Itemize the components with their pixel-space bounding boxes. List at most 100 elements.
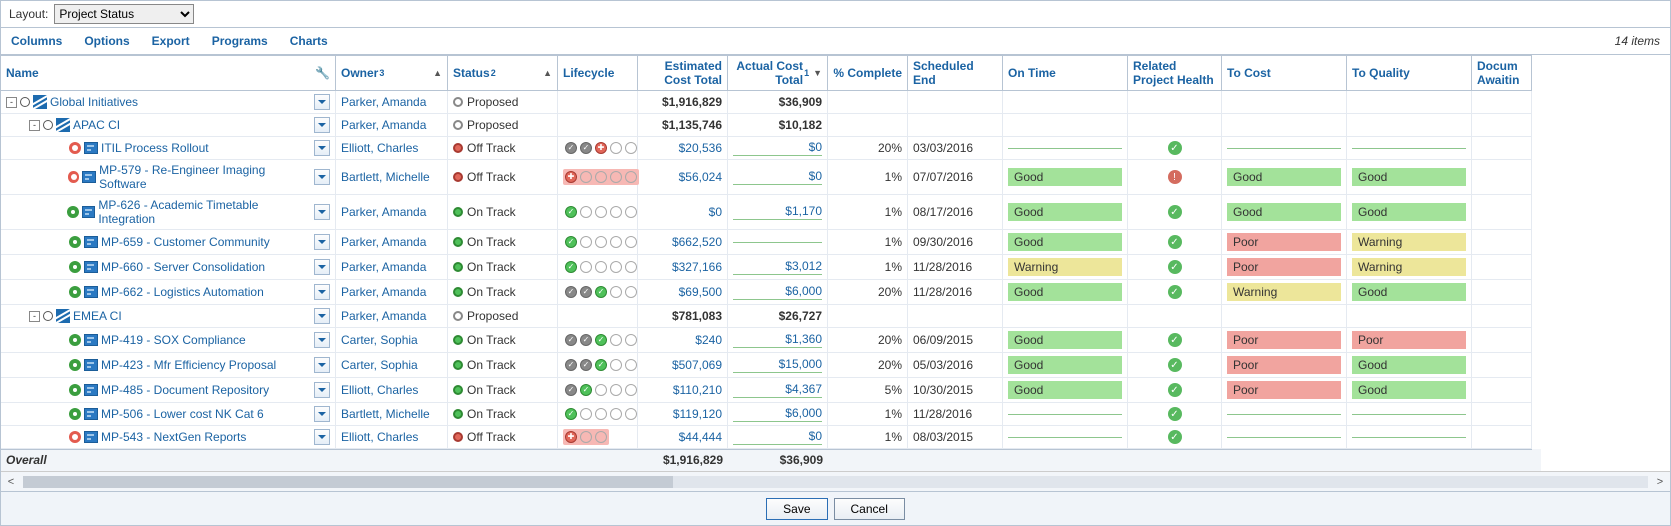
menu-columns[interactable]: Columns — [11, 34, 62, 48]
to-cost-value[interactable]: Good — [1227, 168, 1341, 186]
row-name-link[interactable]: ITIL Process Rollout — [101, 141, 209, 155]
owner-link[interactable]: Elliott, Charles — [341, 141, 418, 155]
owner-link[interactable]: Carter, Sophia — [341, 358, 418, 372]
tree-radio[interactable] — [20, 97, 30, 107]
row-menu-dropdown[interactable] — [314, 308, 330, 324]
to-cost-value[interactable]: Poor — [1227, 331, 1341, 349]
col-related-project-health[interactable]: Related Project Health — [1128, 55, 1222, 91]
estimated-cost-value[interactable]: $20,536 — [643, 141, 722, 155]
to-quality-value[interactable]: Good — [1352, 168, 1466, 186]
to-cost-value[interactable]: Good — [1227, 203, 1341, 221]
estimated-cost-value[interactable]: $69,500 — [643, 285, 722, 299]
tree-toggle[interactable]: - — [29, 311, 40, 322]
row-menu-dropdown[interactable] — [314, 140, 330, 156]
estimated-cost-value[interactable]: $240 — [643, 333, 722, 347]
on-time-value[interactable] — [1008, 147, 1122, 149]
tree-toggle[interactable]: - — [6, 97, 17, 108]
to-cost-value[interactable]: Poor — [1227, 381, 1341, 399]
owner-link[interactable]: Parker, Amanda — [341, 95, 426, 109]
row-menu-dropdown[interactable] — [314, 234, 330, 250]
row-name-link[interactable]: MP-660 - Server Consolidation — [101, 260, 265, 274]
row-name-link[interactable]: MP-485 - Document Repository — [101, 383, 269, 397]
col-to-quality[interactable]: To Quality — [1347, 55, 1472, 91]
on-time-value[interactable]: Good — [1008, 203, 1122, 221]
to-quality-value[interactable] — [1352, 436, 1466, 438]
col-lifecycle[interactable]: Lifecycle — [558, 55, 638, 91]
owner-link[interactable]: Elliott, Charles — [341, 430, 418, 444]
row-name-link[interactable]: MP-423 - Mfr Efficiency Proposal — [101, 358, 276, 372]
col-status[interactable]: Status2 ▲ — [448, 55, 558, 91]
row-name-link[interactable]: MP-626 - Academic Timetable Integration — [98, 198, 311, 226]
row-menu-dropdown[interactable] — [314, 169, 330, 185]
row-name-link[interactable]: EMEA CI — [73, 309, 122, 323]
col-estimated-cost[interactable]: Estimated Cost Total — [638, 55, 728, 91]
row-name-link[interactable]: MP-506 - Lower cost NK Cat 6 — [101, 407, 264, 421]
on-time-value[interactable]: Warning — [1008, 258, 1122, 276]
to-quality-value[interactable]: Warning — [1352, 258, 1466, 276]
row-name-link[interactable]: MP-419 - SOX Compliance — [101, 333, 246, 347]
row-menu-dropdown[interactable] — [314, 94, 330, 110]
owner-link[interactable]: Bartlett, Michelle — [341, 407, 430, 421]
col-pct-complete[interactable]: % Complete — [828, 55, 908, 91]
row-menu-dropdown[interactable] — [314, 259, 330, 275]
actual-cost-value[interactable]: $6,000 — [733, 406, 822, 422]
actual-cost-value[interactable]: $3,012 — [733, 259, 822, 275]
scroll-track[interactable] — [23, 476, 1648, 488]
actual-cost-value[interactable]: $1,170 — [733, 204, 822, 220]
scroll-thumb[interactable] — [23, 476, 673, 488]
owner-link[interactable]: Parker, Amanda — [341, 118, 426, 132]
owner-link[interactable]: Parker, Amanda — [341, 260, 426, 274]
on-time-value[interactable]: Good — [1008, 233, 1122, 251]
col-name[interactable]: Name 🔧 — [1, 55, 336, 91]
col-on-time[interactable]: On Time — [1003, 55, 1128, 91]
row-name-link[interactable]: MP-543 - NextGen Reports — [101, 430, 246, 444]
row-name-link[interactable]: MP-579 - Re-Engineer Imaging Software — [99, 163, 311, 191]
estimated-cost-value[interactable]: $327,166 — [643, 260, 722, 274]
to-cost-value[interactable] — [1227, 147, 1341, 149]
owner-link[interactable]: Parker, Amanda — [341, 205, 426, 219]
to-cost-value[interactable] — [1227, 413, 1341, 415]
to-cost-value[interactable]: Poor — [1227, 233, 1341, 251]
on-time-value[interactable]: Good — [1008, 381, 1122, 399]
save-button[interactable]: Save — [766, 498, 827, 520]
row-menu-dropdown[interactable] — [314, 284, 330, 300]
to-quality-value[interactable]: Good — [1352, 381, 1466, 399]
owner-link[interactable]: Parker, Amanda — [341, 285, 426, 299]
row-name-link[interactable]: MP-659 - Customer Community — [101, 235, 270, 249]
owner-link[interactable]: Carter, Sophia — [341, 333, 418, 347]
actual-cost-value[interactable]: $6,000 — [733, 284, 822, 300]
wrench-icon[interactable]: 🔧 — [315, 66, 330, 80]
owner-link[interactable]: Bartlett, Michelle — [341, 170, 430, 184]
tree-radio[interactable] — [43, 311, 53, 321]
row-menu-dropdown[interactable] — [314, 204, 330, 220]
actual-cost-value[interactable] — [733, 241, 822, 243]
to-cost-value[interactable]: Poor — [1227, 258, 1341, 276]
tree-toggle[interactable]: - — [29, 120, 40, 131]
col-scheduled-end[interactable]: Scheduled End — [908, 55, 1003, 91]
owner-link[interactable]: Elliott, Charles — [341, 383, 418, 397]
menu-options[interactable]: Options — [84, 34, 129, 48]
on-time-value[interactable] — [1008, 436, 1122, 438]
to-quality-value[interactable]: Warning — [1352, 233, 1466, 251]
row-menu-dropdown[interactable] — [314, 332, 330, 348]
actual-cost-value[interactable]: $15,000 — [733, 357, 822, 373]
to-quality-value[interactable]: Good — [1352, 356, 1466, 374]
on-time-value[interactable]: Good — [1008, 168, 1122, 186]
to-quality-value[interactable]: Poor — [1352, 331, 1466, 349]
on-time-value[interactable]: Good — [1008, 356, 1122, 374]
estimated-cost-value[interactable]: $507,069 — [643, 358, 722, 372]
estimated-cost-value[interactable]: $662,520 — [643, 235, 722, 249]
row-menu-dropdown[interactable] — [314, 357, 330, 373]
row-menu-dropdown[interactable] — [314, 406, 330, 422]
row-name-link[interactable]: APAC CI — [73, 118, 120, 132]
estimated-cost-value[interactable]: $119,120 — [643, 407, 722, 421]
menu-export[interactable]: Export — [152, 34, 190, 48]
actual-cost-value[interactable]: $4,367 — [733, 382, 822, 398]
estimated-cost-value[interactable]: $56,024 — [643, 170, 722, 184]
owner-link[interactable]: Parker, Amanda — [341, 309, 426, 323]
to-cost-value[interactable]: Poor — [1227, 356, 1341, 374]
to-cost-value[interactable] — [1227, 436, 1341, 438]
col-actual-cost[interactable]: Actual Cost Total1 ▼ — [728, 55, 828, 91]
to-cost-value[interactable]: Warning — [1227, 283, 1341, 301]
tree-radio[interactable] — [43, 120, 53, 130]
